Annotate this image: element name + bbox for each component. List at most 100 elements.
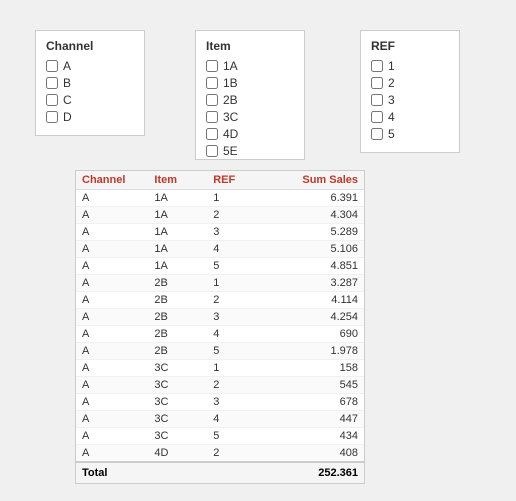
table-row: A3C5434 [76, 428, 364, 445]
table-row: A2B51.978 [76, 343, 364, 360]
table-row: A3C2545 [76, 377, 364, 394]
ref-checkbox[interactable] [371, 60, 383, 72]
table-cell: 3C [148, 360, 207, 377]
table-row: A3C4447 [76, 411, 364, 428]
table-cell: A [76, 445, 148, 462]
ref-title: REF [371, 39, 449, 53]
table-cell: A [76, 292, 148, 309]
table-cell: 3 [207, 224, 266, 241]
table-cell: 5.289 [266, 224, 364, 241]
item-item: 1A [206, 59, 294, 73]
item-checkbox[interactable] [206, 128, 218, 140]
table-cell: 5 [207, 258, 266, 275]
ref-item: 1 [371, 59, 449, 73]
table-row: A2B34.254 [76, 309, 364, 326]
table-cell: A [76, 241, 148, 258]
table-cell: 3C [148, 377, 207, 394]
table-cell: 408 [266, 445, 364, 462]
table-cell: 545 [266, 377, 364, 394]
table-header: Sum Sales [266, 171, 364, 190]
table-row: A1A35.289 [76, 224, 364, 241]
table-cell: A [76, 326, 148, 343]
ref-item: 2 [371, 76, 449, 90]
ref-checkbox[interactable] [371, 111, 383, 123]
data-table: ChannelItemREFSum Sales A1A16.391A1A24.3… [76, 171, 364, 461]
table-cell: 3.287 [266, 275, 364, 292]
table-cell: A [76, 394, 148, 411]
table-header: Item [148, 171, 207, 190]
footer-label: Total [82, 467, 107, 479]
table-cell: A [76, 309, 148, 326]
table-cell: 4 [207, 241, 266, 258]
table-cell: 434 [266, 428, 364, 445]
table-cell: 2 [207, 207, 266, 224]
item-panel: Item 1A1B2B3C4D5E [195, 30, 305, 160]
table-cell: 4.114 [266, 292, 364, 309]
table-cell: 678 [266, 394, 364, 411]
table-row: A3C1158 [76, 360, 364, 377]
table-cell: 1A [148, 190, 207, 207]
table-cell: A [76, 343, 148, 360]
channel-checkbox[interactable] [46, 111, 58, 123]
table-cell: A [76, 428, 148, 445]
table-cell: 2 [207, 445, 266, 462]
table-cell: 2B [148, 309, 207, 326]
item-label: 3C [223, 110, 238, 124]
ref-checkbox[interactable] [371, 77, 383, 89]
table-cell: 4D [148, 445, 207, 462]
table-cell: 3C [148, 428, 207, 445]
table-row: A3C3678 [76, 394, 364, 411]
item-checkbox[interactable] [206, 94, 218, 106]
table-cell: 1A [148, 224, 207, 241]
table-cell: A [76, 360, 148, 377]
channel-item: D [46, 110, 134, 124]
ref-item: 3 [371, 93, 449, 107]
ref-label: 4 [388, 110, 395, 124]
item-checkbox[interactable] [206, 77, 218, 89]
table-row: A2B24.114 [76, 292, 364, 309]
table-cell: A [76, 258, 148, 275]
item-checkbox[interactable] [206, 145, 218, 157]
channel-checkbox[interactable] [46, 77, 58, 89]
table-cell: A [76, 190, 148, 207]
table-cell: 1 [207, 190, 266, 207]
ref-item: 4 [371, 110, 449, 124]
table-cell: 6.391 [266, 190, 364, 207]
ref-item: 5 [371, 127, 449, 141]
item-label: 1B [223, 76, 238, 90]
table-cell: 4.304 [266, 207, 364, 224]
ref-checkbox[interactable] [371, 128, 383, 140]
table-cell: 2B [148, 292, 207, 309]
table-cell: 1A [148, 241, 207, 258]
table-cell: 1A [148, 258, 207, 275]
table-row: A1A24.304 [76, 207, 364, 224]
table-cell: 5 [207, 343, 266, 360]
data-table-container: ChannelItemREFSum Sales A1A16.391A1A24.3… [75, 170, 365, 484]
table-cell: 3 [207, 309, 266, 326]
channel-item: C [46, 93, 134, 107]
ref-checkbox[interactable] [371, 94, 383, 106]
table-row: A1A54.851 [76, 258, 364, 275]
table-cell: 447 [266, 411, 364, 428]
table-cell: 3C [148, 394, 207, 411]
item-item: 5E [206, 144, 294, 158]
channel-checkbox[interactable] [46, 60, 58, 72]
ref-label: 3 [388, 93, 395, 107]
table-scroll[interactable]: ChannelItemREFSum Sales A1A16.391A1A24.3… [76, 171, 364, 461]
table-header: REF [207, 171, 266, 190]
item-item: 1B [206, 76, 294, 90]
table-header: Channel [76, 171, 148, 190]
table-cell: 4.254 [266, 309, 364, 326]
ref-panel: REF 1 2 3 4 5 [360, 30, 460, 153]
table-row: A2B4690 [76, 326, 364, 343]
table-row: A1A45.106 [76, 241, 364, 258]
item-checkbox[interactable] [206, 60, 218, 72]
ref-label: 1 [388, 59, 395, 73]
item-checkbox[interactable] [206, 111, 218, 123]
table-cell: 2B [148, 275, 207, 292]
table-cell: A [76, 275, 148, 292]
table-cell: 5 [207, 428, 266, 445]
table-cell: 158 [266, 360, 364, 377]
channel-label: D [63, 110, 72, 124]
channel-checkbox[interactable] [46, 94, 58, 106]
